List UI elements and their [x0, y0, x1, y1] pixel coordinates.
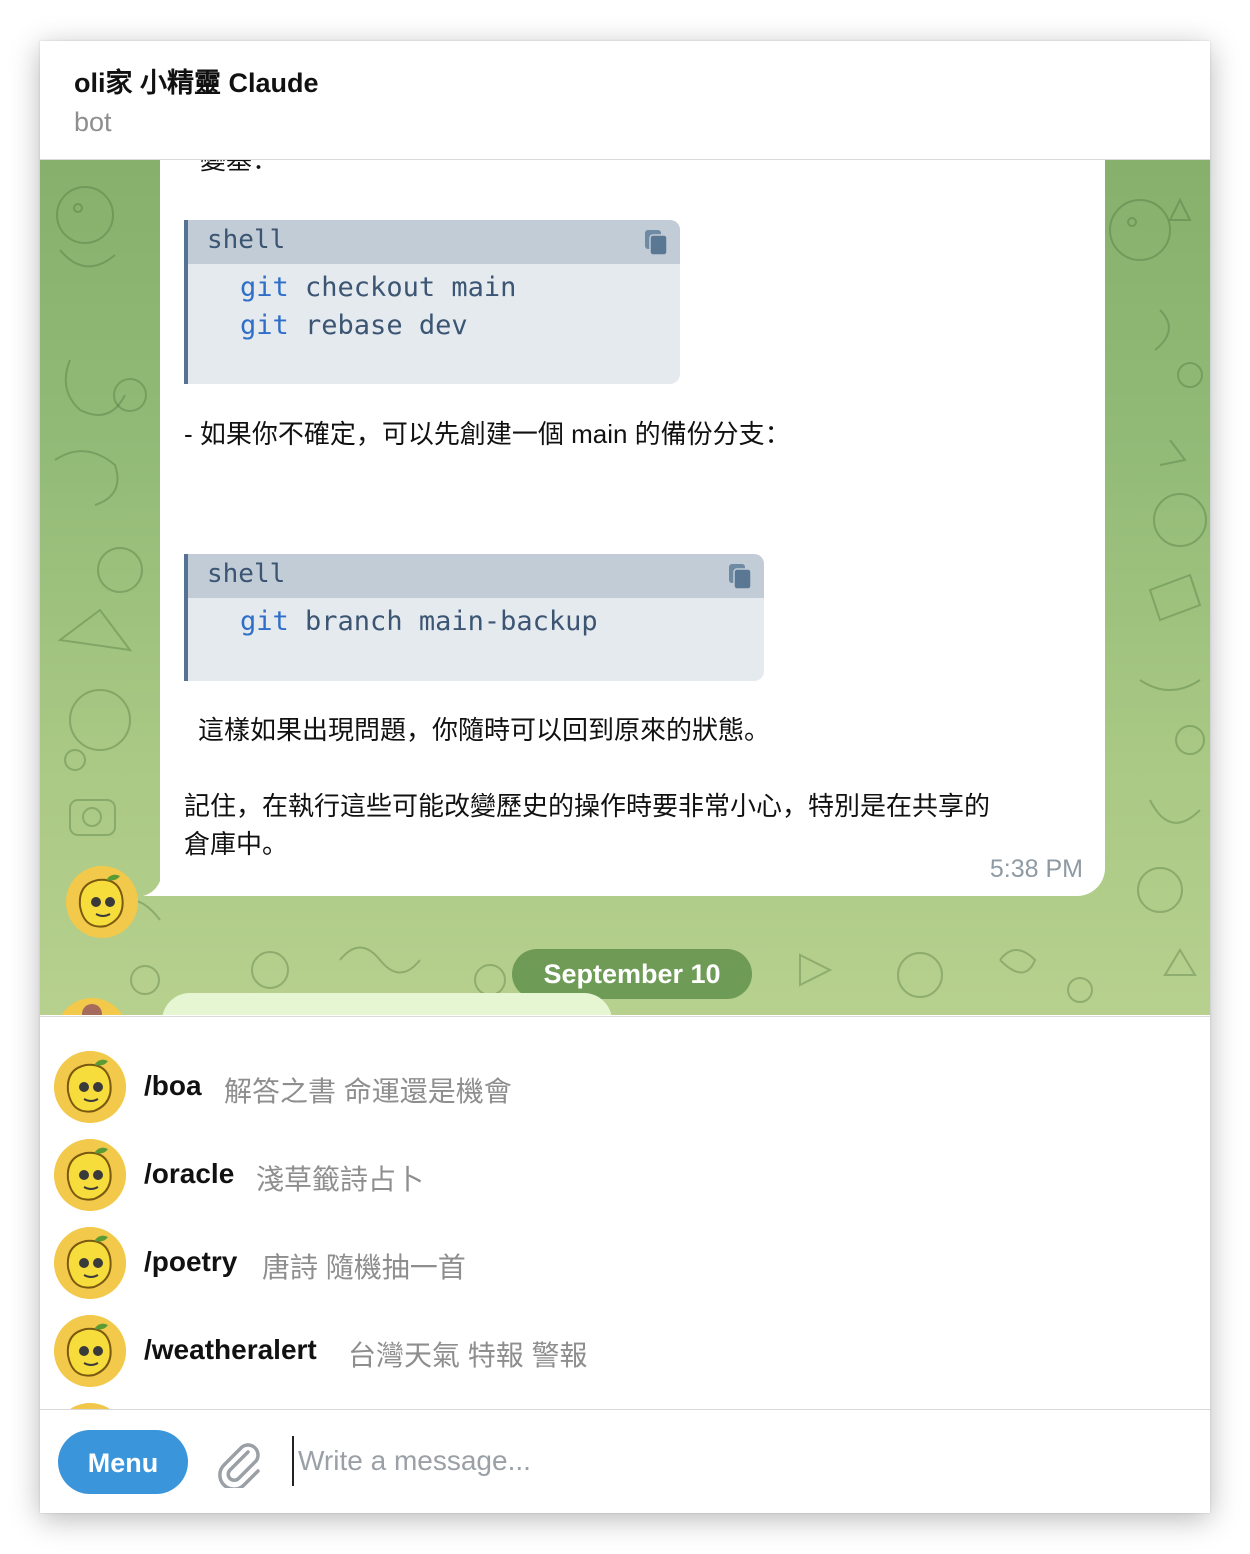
command-name: /oracle: [144, 1158, 235, 1189]
code-language-label: shell: [207, 225, 286, 255]
command-avatar: [54, 1227, 126, 1299]
message-paragraph: 這樣如果出現問題，你隨時可以回到原來的狀態。: [198, 715, 771, 745]
code-line: git branch main-backup: [240, 606, 598, 637]
command-avatar: [54, 1139, 126, 1211]
code-header: shell: [188, 554, 764, 598]
code-line: git rebase dev: [240, 310, 468, 341]
date-separator: September 10: [512, 949, 752, 999]
code-language-label: shell: [207, 559, 286, 589]
message-composer: Menu: [40, 1409, 1210, 1513]
chat-header[interactable]: oli家 小精靈 Claude bot: [40, 41, 1210, 160]
copy-icon[interactable]: [728, 564, 752, 590]
command-avatar: [54, 1051, 126, 1123]
code-block-2[interactable]: shell git branch main-backup: [184, 554, 764, 681]
lemon-avatar-icon: [54, 1139, 126, 1211]
lemon-avatar-icon: [66, 866, 138, 938]
lemon-avatar-icon: [54, 1315, 126, 1387]
next-message-bubble[interactable]: [162, 993, 612, 1015]
command-description: 解答之書 命運還是機會: [224, 1076, 512, 1107]
message-bubble[interactable]: 變基： shell git checkout main git rebase d…: [160, 160, 1105, 896]
message-paragraph: - 如果你不確定，可以先創建一個 main 的備份分支：: [184, 419, 791, 449]
message-timestamp: 5:38 PM: [989, 855, 1083, 883]
code-line: git checkout main: [240, 272, 517, 303]
chat-subtitle: bot: [74, 107, 112, 137]
chat-area[interactable]: 變基： shell git checkout main git rebase d…: [40, 160, 1210, 1015]
command-name: /poetry: [144, 1246, 238, 1277]
message-paragraph: 倉庫中。: [184, 829, 289, 859]
message-cut-line: 變基：: [200, 160, 279, 175]
bot-commands-list: /boa 解答之書 命運還是機會 /oracle 淺草籤詩占卜 /poetry …: [40, 1016, 1210, 1410]
command-item[interactable]: /oracle 淺草籤詩占卜: [40, 1131, 1210, 1219]
telegram-window: oli家 小精靈 Claude bot 變基： shell git checko…: [40, 41, 1210, 1513]
command-description: 唐詩 隨機抽一首: [262, 1252, 466, 1283]
command-description: 台灣天氣 特報 警報: [348, 1340, 588, 1371]
paperclip-icon[interactable]: [212, 1436, 264, 1488]
message-paragraph: 記住，在執行這些可能改變歷史的操作時要非常小心，特別是在共享的: [184, 791, 991, 821]
command-item[interactable]: /weatheralert 台灣天氣 特報 警報: [40, 1307, 1210, 1395]
command-name: /boa: [144, 1070, 202, 1101]
sender-avatar[interactable]: [66, 866, 138, 938]
menu-button[interactable]: Menu: [58, 1430, 188, 1494]
command-description: 淺草籤詩占卜: [256, 1164, 425, 1195]
command-avatar: [54, 1315, 126, 1387]
command-name: /weatheralert: [144, 1334, 317, 1365]
lemon-avatar-icon: [54, 1227, 126, 1299]
command-item[interactable]: /poetry 唐詩 隨機抽一首: [40, 1219, 1210, 1307]
copy-icon[interactable]: [644, 230, 668, 256]
lemon-avatar-icon: [54, 1051, 126, 1123]
command-item-partial[interactable]: [40, 1395, 1210, 1410]
code-header: shell: [188, 220, 680, 264]
chat-title: oli家 小精靈 Claude: [74, 68, 319, 98]
code-block-1[interactable]: shell git checkout main git rebase dev: [184, 220, 680, 384]
message-input[interactable]: [292, 1436, 1180, 1486]
command-item[interactable]: /boa 解答之書 命運還是機會: [40, 1043, 1210, 1131]
